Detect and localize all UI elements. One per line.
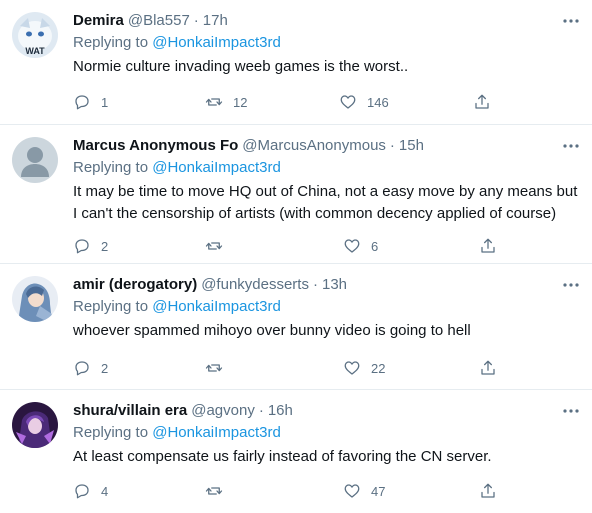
reply-feed: WAT Demira @Bla557 · 17h Replying to @Ho… <box>0 0 592 513</box>
separator-dot: · <box>193 12 199 29</box>
tweet[interactable]: Marcus Anonymous Fo @MarcusAnonymous · 1… <box>0 125 592 264</box>
share-icon <box>481 238 495 253</box>
tweet[interactable]: shura/villain era @agvony · 16h Replying… <box>0 390 592 513</box>
like-count: 47 <box>371 483 386 499</box>
retweet-button[interactable] <box>205 481 233 501</box>
avatar-image <box>12 276 58 322</box>
user-handle[interactable]: @Bla557 <box>128 11 190 31</box>
retweet-count: 12 <box>233 94 248 110</box>
reply-count: 1 <box>101 94 109 110</box>
tweet-text: whoever spammed mihoyo over bunny video … <box>73 322 471 339</box>
tweet[interactable]: WAT Demira @Bla557 · 17h Replying to @Ho… <box>0 0 592 125</box>
avatar[interactable] <box>12 276 58 322</box>
retweet-icon <box>205 98 223 106</box>
more-options-icon <box>563 19 579 23</box>
display-name[interactable]: Demira <box>73 11 124 31</box>
more-options-icon <box>563 283 579 287</box>
more-options-icon <box>563 144 579 148</box>
more-options-icon <box>563 409 579 413</box>
tweet-text: At least compensate us fairly instead of… <box>73 448 492 465</box>
share-button[interactable] <box>479 481 497 501</box>
replying-to-link[interactable]: @HonkaiImpact3rd <box>152 424 281 441</box>
like-count: 22 <box>371 360 386 376</box>
avatar-badge-text: WAT <box>25 46 45 56</box>
like-button[interactable]: 6 <box>343 236 378 256</box>
share-icon <box>481 360 495 375</box>
timestamp[interactable]: 13h <box>322 275 347 295</box>
share-button[interactable] <box>473 92 491 112</box>
user-handle[interactable]: @agvony <box>191 401 255 421</box>
like-count: 6 <box>371 238 379 254</box>
timestamp[interactable]: 16h <box>268 401 293 421</box>
share-icon <box>481 483 495 498</box>
reply-button[interactable]: 1 <box>73 92 108 112</box>
display-name[interactable]: Marcus Anonymous Fo <box>73 136 238 156</box>
retweet-button[interactable] <box>205 236 233 256</box>
tweet-text: Normie culture invading weeb games is th… <box>73 58 409 75</box>
replying-to-label: Replying to <box>73 159 149 176</box>
separator-dot: · <box>389 137 395 154</box>
replying-to-label: Replying to <box>73 298 149 315</box>
more-options-button[interactable] <box>562 139 580 153</box>
avatar[interactable] <box>12 137 58 183</box>
like-button[interactable]: 22 <box>343 358 385 378</box>
replying-to-link[interactable]: @HonkaiImpact3rd <box>152 34 281 51</box>
default-avatar-icon <box>12 137 58 183</box>
avatar-image <box>12 402 58 448</box>
reply-icon <box>75 95 89 110</box>
user-handle[interactable]: @MarcusAnonymous <box>242 136 386 156</box>
heart-icon <box>340 95 356 109</box>
like-count: 146 <box>367 94 389 110</box>
replying-to-label: Replying to <box>73 424 149 441</box>
action-bar: 1 12 146 <box>73 92 573 112</box>
share-button[interactable] <box>479 358 497 378</box>
display-name[interactable]: shura/villain era <box>73 401 187 421</box>
share-button[interactable] <box>479 236 497 256</box>
replying-to-link[interactable]: @HonkaiImpact3rd <box>152 159 281 176</box>
replying-to-line: Replying to @HonkaiImpact3rd <box>73 297 580 317</box>
heart-icon <box>344 361 360 375</box>
heart-icon <box>344 239 360 253</box>
tweet[interactable]: amir (derogatory) @funkydesserts · 13h R… <box>0 264 592 390</box>
reply-icon <box>75 361 89 376</box>
reply-button[interactable]: 2 <box>73 236 108 256</box>
action-bar: 2 22 <box>73 358 573 378</box>
like-button[interactable]: 146 <box>339 92 389 112</box>
replying-to-line: Replying to @HonkaiImpact3rd <box>73 423 580 443</box>
avatar-image: WAT <box>12 12 58 58</box>
avatar[interactable]: WAT <box>12 12 58 58</box>
reply-button[interactable]: 4 <box>73 481 108 501</box>
action-bar: 4 47 <box>73 481 573 501</box>
reply-button[interactable]: 2 <box>73 358 108 378</box>
user-handle[interactable]: @funkydesserts <box>201 275 309 295</box>
more-options-button[interactable] <box>562 278 580 292</box>
more-options-button[interactable] <box>562 14 580 28</box>
more-options-button[interactable] <box>562 404 580 418</box>
replying-to-line: Replying to @HonkaiImpact3rd <box>73 33 580 53</box>
reply-count: 4 <box>101 483 109 499</box>
tweet-text: It may be time to move HQ out of China, … <box>73 183 578 222</box>
retweet-icon <box>205 242 223 250</box>
separator-dot: · <box>258 402 264 419</box>
heart-icon <box>344 484 360 498</box>
retweet-icon <box>205 487 223 495</box>
replying-to-line: Replying to @HonkaiImpact3rd <box>73 158 580 178</box>
timestamp[interactable]: 17h <box>203 11 228 31</box>
reply-count: 2 <box>101 238 109 254</box>
retweet-icon <box>205 364 223 372</box>
reply-count: 2 <box>101 360 109 376</box>
reply-icon <box>75 239 89 254</box>
separator-dot: · <box>312 276 318 293</box>
timestamp[interactable]: 15h <box>399 136 424 156</box>
action-bar: 2 6 <box>73 236 573 256</box>
retweet-button[interactable]: 12 <box>205 92 247 112</box>
share-icon <box>475 94 489 109</box>
avatar[interactable] <box>12 402 58 448</box>
reply-icon <box>75 484 89 499</box>
replying-to-label: Replying to <box>73 34 149 51</box>
display-name[interactable]: amir (derogatory) <box>73 275 197 295</box>
retweet-button[interactable] <box>205 358 233 378</box>
like-button[interactable]: 47 <box>343 481 385 501</box>
replying-to-link[interactable]: @HonkaiImpact3rd <box>152 298 281 315</box>
